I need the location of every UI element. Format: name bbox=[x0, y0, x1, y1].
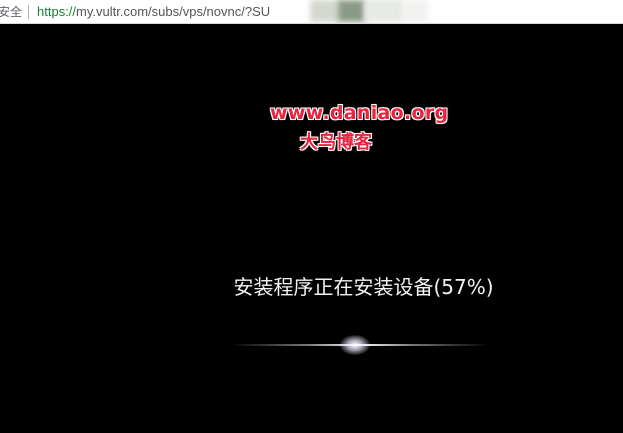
watermark-url: www.daniao.org bbox=[270, 102, 449, 124]
security-label[interactable]: 安全 bbox=[0, 3, 22, 20]
address-bar[interactable]: 安全 https://my.vultr.com/subs/vps/novnc/?… bbox=[0, 0, 623, 24]
address-divider bbox=[28, 4, 30, 19]
redacted-blur bbox=[402, 0, 428, 22]
redacted-blur bbox=[338, 0, 366, 22]
url-text[interactable]: https://my.vultr.com/subs/vps/novnc/?SU bbox=[37, 4, 270, 19]
install-status: 安装程序正在安装设备(57%) bbox=[0, 271, 623, 300]
install-status-text: 安装程序正在安装设备(57%) bbox=[233, 275, 494, 299]
url-path: my.vultr.com/subs/vps/novnc/?SU bbox=[76, 4, 271, 19]
progress-glow-core bbox=[340, 335, 370, 355]
vnc-console[interactable]: www.daniao.org 大鸟博客 安装程序正在安装设备(57%) bbox=[0, 24, 623, 433]
redacted-blur bbox=[364, 0, 404, 22]
watermark-name: 大鸟博客 bbox=[300, 132, 372, 153]
progress-glow-indicator bbox=[230, 335, 490, 355]
redacted-blur bbox=[310, 0, 340, 22]
url-scheme: https:// bbox=[37, 4, 77, 19]
